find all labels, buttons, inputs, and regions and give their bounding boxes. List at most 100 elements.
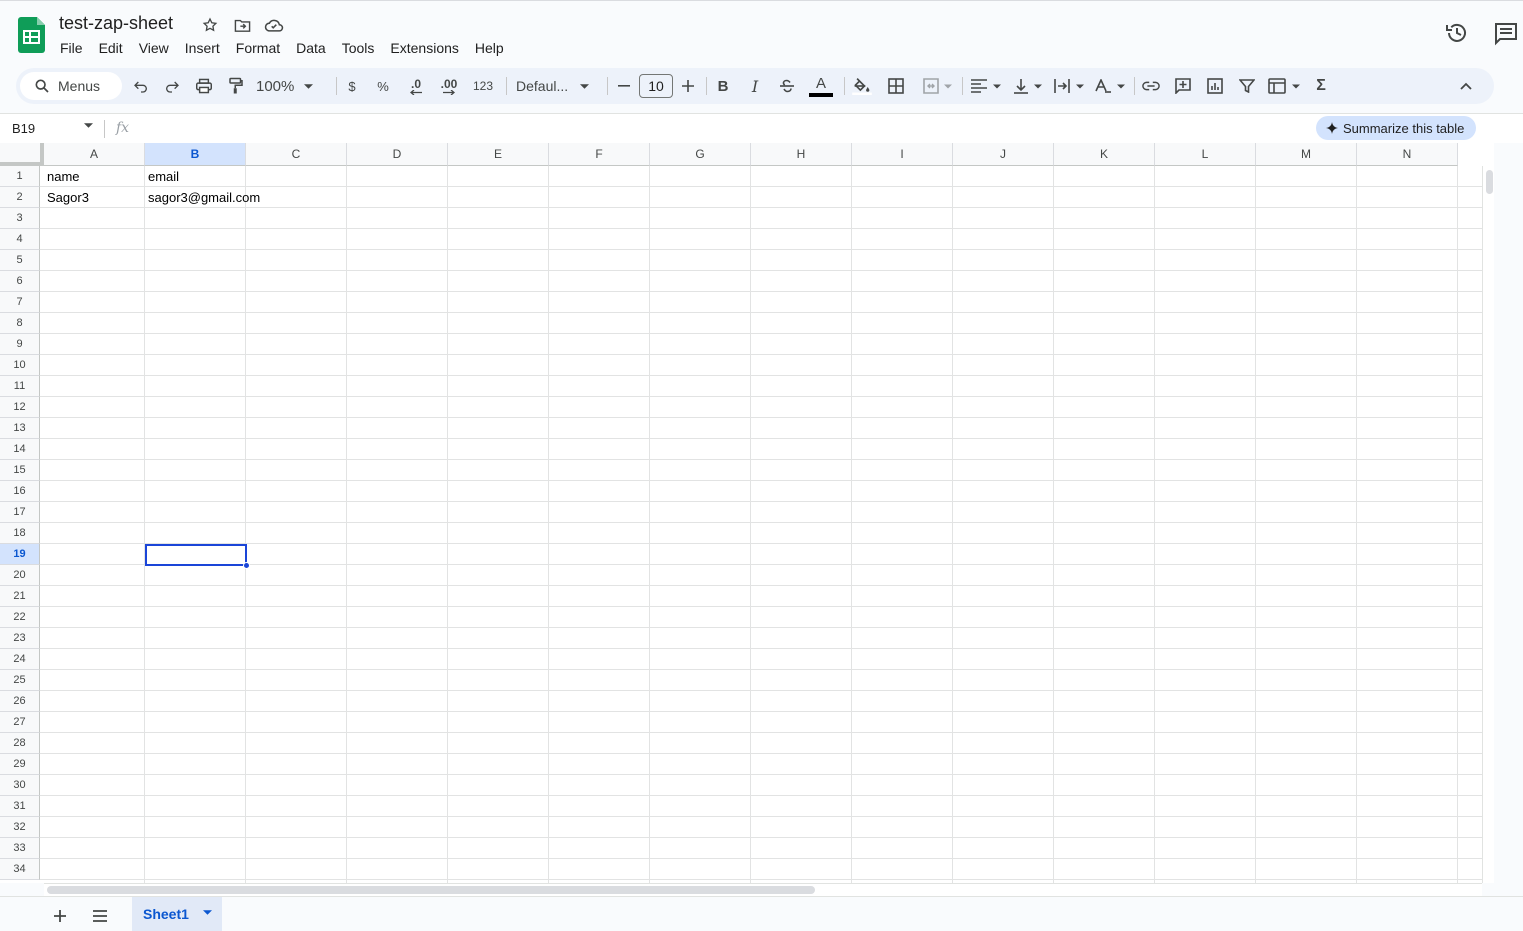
row-header-11[interactable]: 11 <box>0 376 40 397</box>
row-header-26[interactable]: 26 <box>0 691 40 712</box>
add-sheet-icon[interactable] <box>48 905 72 927</box>
row-header-25[interactable]: 25 <box>0 670 40 691</box>
active-cell-selection[interactable] <box>145 544 247 566</box>
row-header-31[interactable]: 31 <box>0 796 40 817</box>
format-percent-button[interactable]: % <box>373 73 393 99</box>
search-menus[interactable]: Menus <box>20 72 122 100</box>
star-icon[interactable] <box>198 14 222 36</box>
merge-cells-icon[interactable] <box>917 73 957 99</box>
chevron-down-icon[interactable] <box>84 123 93 128</box>
italic-button[interactable]: I <box>745 73 765 99</box>
move-folder-icon[interactable] <box>230 14 254 36</box>
column-header-a[interactable]: A <box>44 143 145 166</box>
row-header-12[interactable]: 12 <box>0 397 40 418</box>
document-title[interactable]: test-zap-sheet <box>59 13 173 34</box>
menu-data[interactable]: Data <box>288 38 334 58</box>
row-header-32[interactable]: 32 <box>0 817 40 838</box>
spreadsheet-grid[interactable]: A B C D E F G H I J K L M N 1 2 3 4 5 6 7 8 9 10 11 12 13 14 15 16 17 1… <box>0 143 1494 883</box>
zoom-select[interactable]: 100% <box>256 73 324 99</box>
row-header-6[interactable]: 6 <box>0 271 40 292</box>
font-size-input[interactable]: 10 <box>639 74 673 98</box>
row-header-3[interactable]: 3 <box>0 208 40 229</box>
row-header-1[interactable]: 1 <box>0 166 40 187</box>
column-header-n[interactable]: N <box>1357 143 1458 166</box>
row-header-23[interactable]: 23 <box>0 628 40 649</box>
row-header-19[interactable]: 19 <box>0 544 40 565</box>
vertical-scroll-thumb[interactable] <box>1486 170 1493 194</box>
increase-font-size-button[interactable] <box>679 73 697 99</box>
more-formats-button[interactable]: 123 <box>468 73 498 99</box>
column-header-k[interactable]: K <box>1054 143 1155 166</box>
format-currency-button[interactable]: $ <box>342 73 362 99</box>
row-header-18[interactable]: 18 <box>0 523 40 544</box>
column-header-d[interactable]: D <box>347 143 448 166</box>
all-sheets-menu-icon[interactable] <box>88 905 112 927</box>
name-box[interactable]: B19 <box>12 121 35 136</box>
menu-format[interactable]: Format <box>228 38 288 58</box>
column-header-l[interactable]: L <box>1155 143 1256 166</box>
menu-file[interactable]: File <box>52 38 91 58</box>
row-header-7[interactable]: 7 <box>0 292 40 313</box>
column-header-m[interactable]: M <box>1256 143 1357 166</box>
decrease-font-size-button[interactable] <box>615 73 633 99</box>
insert-chart-icon[interactable] <box>1204 73 1226 99</box>
column-header-i[interactable]: I <box>852 143 953 166</box>
cloud-status-icon[interactable] <box>262 14 286 36</box>
paint-format-icon[interactable] <box>225 73 247 99</box>
cell-b2[interactable]: sagor3@gmail.com <box>145 187 260 208</box>
row-header-33[interactable]: 33 <box>0 838 40 859</box>
select-all-corner[interactable] <box>0 143 44 166</box>
menu-edit[interactable]: Edit <box>91 38 131 58</box>
menu-tools[interactable]: Tools <box>334 38 383 58</box>
cell-a1[interactable]: name <box>44 166 80 187</box>
increase-decimal-button[interactable]: .00 <box>435 73 463 99</box>
row-header-29[interactable]: 29 <box>0 754 40 775</box>
comments-icon[interactable] <box>1493 20 1519 46</box>
bold-button[interactable]: B <box>713 73 733 99</box>
text-color-button[interactable]: A <box>808 73 834 99</box>
horizontal-align-icon[interactable] <box>968 73 1004 99</box>
row-header-4[interactable]: 4 <box>0 229 40 250</box>
column-header-h[interactable]: H <box>751 143 852 166</box>
redo-icon[interactable] <box>161 73 183 99</box>
column-header-b[interactable]: B <box>145 143 246 166</box>
row-header-16[interactable]: 16 <box>0 481 40 502</box>
row-header-27[interactable]: 27 <box>0 712 40 733</box>
row-header-24[interactable]: 24 <box>0 649 40 670</box>
fill-color-icon[interactable] <box>851 73 873 99</box>
row-header-28[interactable]: 28 <box>0 733 40 754</box>
row-header-30[interactable]: 30 <box>0 775 40 796</box>
sheet-tab-sheet1[interactable]: Sheet1 <box>132 897 222 931</box>
row-header-17[interactable]: 17 <box>0 502 40 523</box>
horizontal-scrollbar[interactable] <box>44 883 1482 896</box>
summarize-table-button[interactable]: Summarize this table <box>1316 116 1477 140</box>
row-header-8[interactable]: 8 <box>0 313 40 334</box>
vertical-align-icon[interactable] <box>1010 73 1046 99</box>
menu-extensions[interactable]: Extensions <box>382 38 466 58</box>
row-header-34[interactable]: 34 <box>0 859 40 880</box>
insert-link-icon[interactable] <box>1140 73 1162 99</box>
cell-a2[interactable]: Sagor3 <box>44 187 89 208</box>
column-header-e[interactable]: E <box>448 143 549 166</box>
menu-help[interactable]: Help <box>467 38 512 58</box>
menu-insert[interactable]: Insert <box>177 38 228 58</box>
cell-b1[interactable]: email <box>145 166 179 187</box>
row-header-13[interactable]: 13 <box>0 418 40 439</box>
row-header-22[interactable]: 22 <box>0 607 40 628</box>
functions-sigma-icon[interactable]: Σ <box>1311 73 1331 99</box>
row-header-15[interactable]: 15 <box>0 460 40 481</box>
version-history-icon[interactable] <box>1444 20 1470 46</box>
row-header-14[interactable]: 14 <box>0 439 40 460</box>
menu-view[interactable]: View <box>131 38 177 58</box>
column-header-j[interactable]: J <box>953 143 1054 166</box>
vertical-scrollbar[interactable] <box>1482 166 1494 883</box>
font-family-select[interactable]: Defaul... <box>516 73 596 99</box>
row-header-2[interactable]: 2 <box>0 187 40 208</box>
decrease-decimal-button[interactable]: .0 <box>403 73 429 99</box>
column-header-g[interactable]: G <box>650 143 751 166</box>
row-header-21[interactable]: 21 <box>0 586 40 607</box>
filter-icon[interactable] <box>1236 73 1258 99</box>
insert-comment-icon[interactable] <box>1172 73 1194 99</box>
strikethrough-icon[interactable] <box>777 73 797 99</box>
filter-views-icon[interactable] <box>1266 73 1302 99</box>
